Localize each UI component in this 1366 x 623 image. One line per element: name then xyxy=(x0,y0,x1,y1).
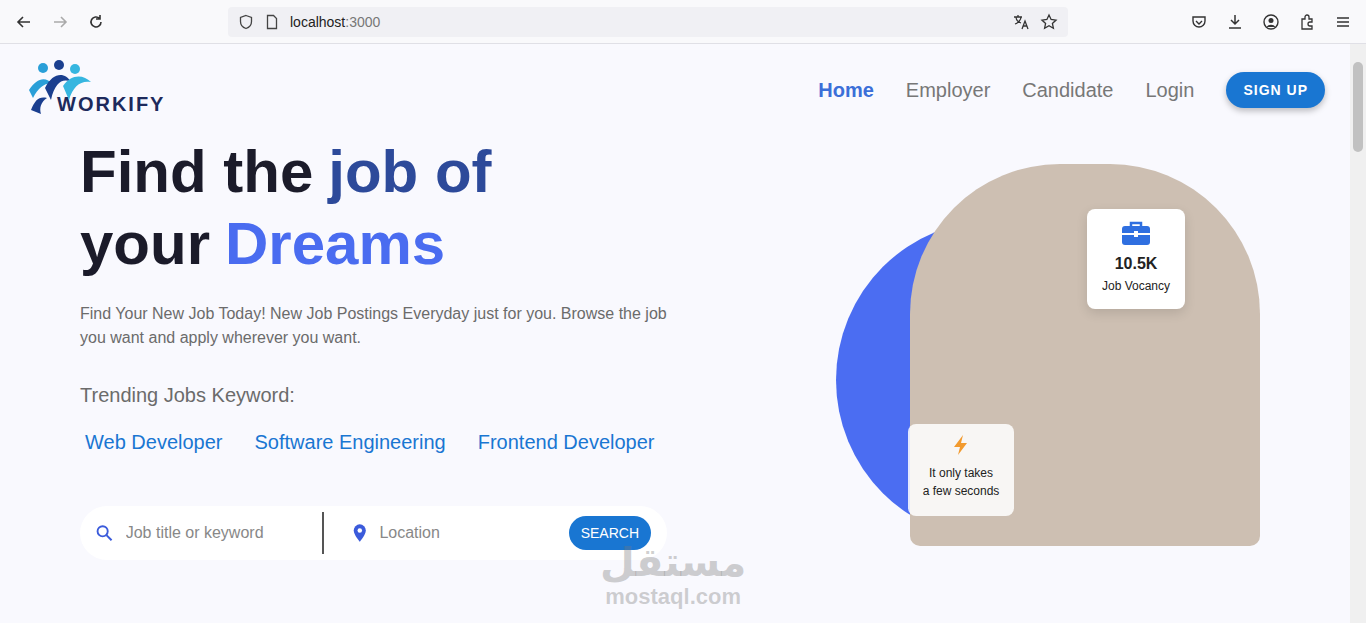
nav-link[interactable]: Candidate xyxy=(1022,79,1113,102)
logo-text: WORKIFY xyxy=(57,94,165,118)
logo[interactable]: WORKIFY xyxy=(25,62,165,118)
keyword-field xyxy=(95,522,312,544)
site-header: WORKIFY Home Employer Candidate Login SIGN UP xyxy=(0,44,1350,136)
keyword-link[interactable]: Web Developer xyxy=(85,431,222,454)
speed-card: It only takesa few seconds xyxy=(908,424,1014,516)
keyword-list: Web Developer Software Engineering Fronten… xyxy=(80,431,680,454)
scrollbar-thumb[interactable] xyxy=(1353,62,1363,152)
vacancy-card: 10.5K Job Vocancy xyxy=(1087,209,1185,309)
page: WORKIFY Home Employer Candidate Login SIGN UP… xyxy=(0,44,1350,623)
address-bar[interactable]: localhost:3000 xyxy=(228,7,1068,37)
shield-icon xyxy=(238,14,254,30)
account-icon[interactable] xyxy=(1262,13,1280,31)
keyword-link[interactable]: Software Engineering xyxy=(254,431,445,454)
hero: Find thejob ofyourDreams Find Your New Jo… xyxy=(0,136,1350,566)
bookmark-star-icon[interactable] xyxy=(1040,13,1058,31)
trending-label: Trending Jobs Keyword: xyxy=(80,384,680,407)
vacancy-count: 10.5K xyxy=(1115,255,1158,273)
extensions-icon[interactable] xyxy=(1298,13,1316,31)
keyword-link[interactable]: Frontend Developer xyxy=(478,431,655,454)
speed-text: It only takesa few seconds xyxy=(923,464,1000,500)
back-arrow-icon[interactable] xyxy=(15,13,33,31)
reload-icon[interactable] xyxy=(87,13,105,31)
url-text[interactable]: localhost:3000 xyxy=(290,14,380,30)
forward-arrow-icon[interactable] xyxy=(51,13,69,31)
keyword-input[interactable] xyxy=(124,523,312,543)
main-nav: Home Employer Candidate Login SIGN UP xyxy=(818,72,1325,108)
nav-link[interactable]: Employer xyxy=(906,79,990,102)
page-icon xyxy=(264,14,280,30)
search-icon xyxy=(95,522,114,544)
location-pin-icon xyxy=(352,522,368,544)
search-bar: SEARCH xyxy=(80,506,667,560)
location-input[interactable] xyxy=(377,523,568,543)
lightning-icon xyxy=(952,434,970,456)
location-field xyxy=(352,522,569,544)
hero-description: Find Your New Job Today! New Job Posting… xyxy=(80,302,670,350)
nav-link[interactable]: Home xyxy=(818,79,874,102)
hero-heading: Find thejob ofyourDreams xyxy=(80,136,680,280)
hero-illustration: 10.5K Job Vocancy It only takesa few secon… xyxy=(820,156,1290,566)
briefcase-icon xyxy=(1120,219,1152,247)
people-logo-icon xyxy=(25,60,95,116)
vacancy-label: Job Vocancy xyxy=(1102,279,1170,293)
menu-icon[interactable] xyxy=(1334,13,1352,31)
watermark: مستقلmostaql.com xyxy=(600,540,746,610)
scrollbar[interactable] xyxy=(1350,44,1366,623)
browser-toolbar: localhost:3000 xyxy=(0,0,1366,44)
search-button[interactable]: SEARCH xyxy=(569,516,651,550)
browser-window: localhost:3000 WORKIFY Home Employer Candida… xyxy=(0,0,1366,623)
translate-icon[interactable] xyxy=(1012,13,1030,31)
nav-link[interactable]: Login xyxy=(1145,79,1194,102)
download-icon[interactable] xyxy=(1226,13,1244,31)
sign-up-button[interactable]: SIGN UP xyxy=(1226,72,1325,108)
pocket-icon[interactable] xyxy=(1190,13,1208,31)
